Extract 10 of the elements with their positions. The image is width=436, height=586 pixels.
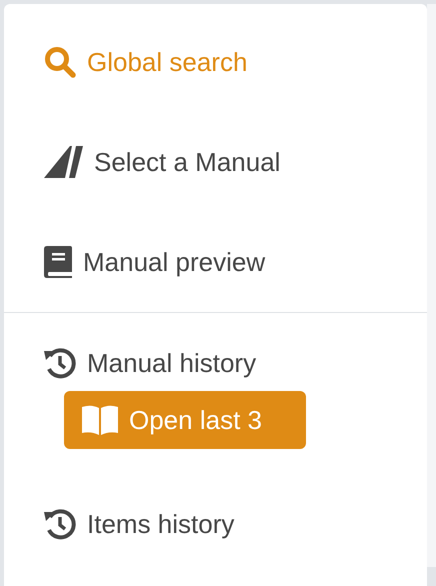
open-book-icon: [82, 405, 118, 435]
menu-link[interactable]: Items history: [44, 508, 234, 540]
search-icon: [44, 46, 76, 78]
history-icon: [44, 347, 76, 379]
book-icon: [44, 246, 72, 278]
history-icon: [44, 508, 76, 540]
slanted-stripes-icon: [44, 146, 83, 178]
menu-link[interactable]: Manual preview: [44, 246, 266, 278]
menu-link[interactable]: Select a Manual: [44, 146, 280, 178]
menu-link[interactable]: Manual history: [44, 347, 256, 379]
